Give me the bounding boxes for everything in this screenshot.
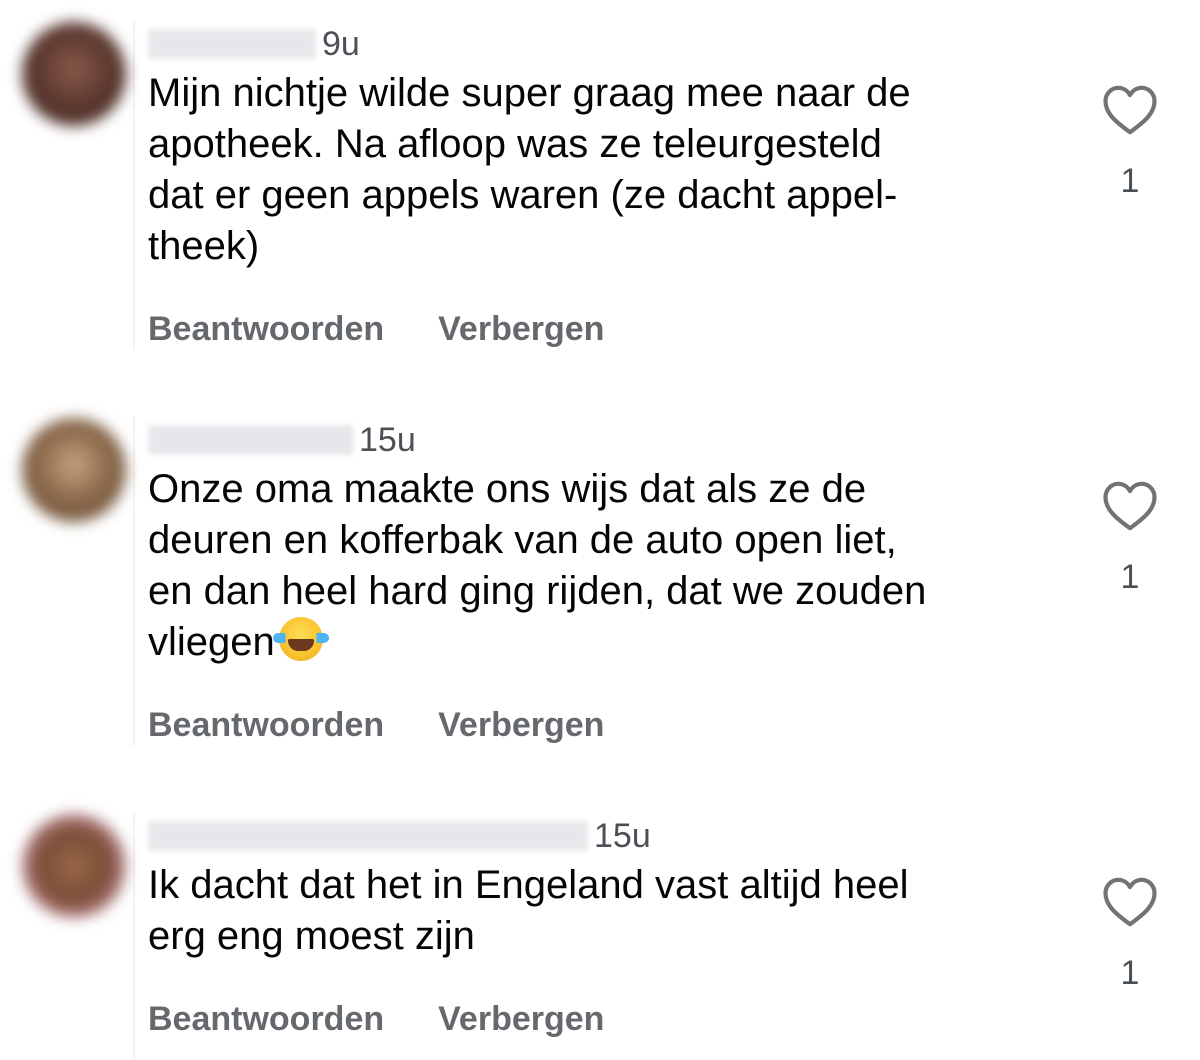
username[interactable]: mavfootmammavanmen	[148, 821, 588, 851]
reply-button[interactable]: Beantwoorden	[148, 706, 384, 745]
heart-icon[interactable]	[1102, 84, 1158, 136]
hide-button[interactable]: Verbergen	[438, 706, 604, 745]
timestamp: 15u	[594, 817, 651, 855]
comment-2: mayella_87 15u Onze oma maakte ons wijs …	[0, 396, 1200, 756]
divider	[133, 812, 135, 1060]
comment-text: Ik dacht dat het in Engeland vast altijd…	[148, 863, 909, 958]
comment-actions: Beantwoorden Verbergen	[148, 310, 604, 349]
comment-actions: Beantwoorden Verbergen	[148, 706, 604, 745]
username[interactable]: hagraaven	[148, 29, 316, 59]
comment-text-content: Onze oma maakte ons wijs dat als ze de d…	[148, 467, 927, 664]
comment-meta: hagraaven 9u	[148, 24, 360, 64]
laughing-emoji-icon	[272, 617, 329, 661]
comment-meta: mayella_87 15u	[148, 420, 416, 460]
divider	[133, 416, 135, 746]
timestamp: 15u	[359, 421, 416, 459]
avatar[interactable]	[22, 22, 126, 126]
hide-button[interactable]: Verbergen	[438, 1000, 604, 1039]
hide-button[interactable]: Verbergen	[438, 310, 604, 349]
timestamp: 9u	[322, 25, 360, 63]
like-count: 1	[1120, 558, 1140, 596]
like-control: 1	[1100, 876, 1160, 993]
heart-icon[interactable]	[1102, 480, 1158, 532]
username[interactable]: mayella_87	[148, 425, 353, 455]
comment-text: Onze oma maakte ons wijs dat als ze de d…	[148, 464, 1068, 668]
comment-1: hagraaven 9u Mijn nichtje wilde super gr…	[0, 0, 1200, 360]
comment-3: mavfootmammavanmen 15u Ik dacht dat het …	[0, 792, 1200, 1060]
like-count: 1	[1120, 162, 1140, 200]
comment-meta: mavfootmammavanmen 15u	[148, 816, 651, 856]
heart-icon[interactable]	[1102, 876, 1158, 928]
avatar[interactable]	[22, 814, 126, 918]
comment-text: Mijn nichtje wilde super graag mee naar …	[148, 71, 911, 268]
avatar[interactable]	[22, 418, 126, 522]
like-control: 1	[1100, 84, 1160, 201]
like-control: 1	[1100, 480, 1160, 597]
divider	[133, 20, 135, 350]
reply-button[interactable]: Beantwoorden	[148, 310, 384, 349]
like-count: 1	[1120, 954, 1140, 992]
reply-button[interactable]: Beantwoorden	[148, 1000, 384, 1039]
comment-actions: Beantwoorden Verbergen	[148, 1000, 604, 1039]
